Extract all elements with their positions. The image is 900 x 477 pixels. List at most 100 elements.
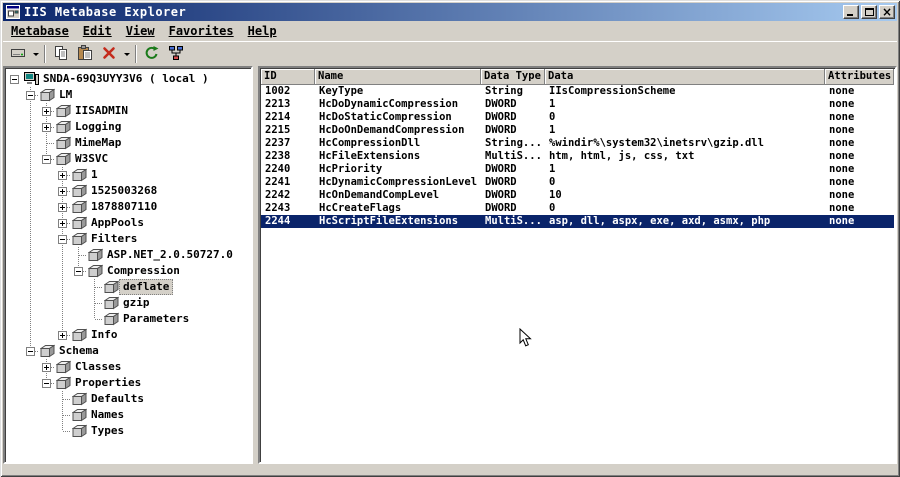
column-header-name[interactable]: Name (315, 69, 481, 85)
cell-id: 2240 (265, 163, 291, 175)
close-button[interactable]: × (879, 5, 895, 19)
column-header-data-type[interactable]: Data Type (481, 69, 545, 85)
copy-icon (53, 45, 69, 64)
tree-item-types[interactable]: Types (7, 423, 251, 439)
tree-indent-guide (23, 135, 39, 151)
tree-item-snda-69q3uyy3v6-local[interactable]: SNDA-69Q3UYY3V6 ( local ) (7, 71, 251, 87)
property-row-2238[interactable]: 2238 HcFileExtensions MultiS... htm, html, … (261, 150, 894, 163)
cell-attributes: none (829, 111, 855, 123)
property-row-2241[interactable]: 2241 HcDynamicCompressionLevel DWORD 0 none (261, 176, 894, 189)
expand-icon[interactable] (58, 187, 67, 196)
menu-item-help[interactable]: Help (241, 22, 284, 40)
cell-data: 0 (549, 111, 556, 123)
cell-data: 0 (549, 176, 556, 188)
key-icon (55, 103, 71, 119)
tree-connector (39, 359, 55, 375)
cell-name: HcDoOnDemandCompression (319, 124, 465, 136)
tree-item-gzip[interactable]: gzip (7, 295, 251, 311)
tree-indent-guide (23, 151, 39, 167)
expand-icon[interactable] (58, 331, 67, 340)
tree-item-1[interactable]: 1 (7, 167, 251, 183)
tree-connector (39, 151, 55, 167)
tree-item-compression[interactable]: Compression (7, 263, 251, 279)
menu-item-view[interactable]: View (119, 22, 162, 40)
tree-item-iisadmin[interactable]: IISADMIN (7, 103, 251, 119)
property-row-2214[interactable]: 2214 HcDoStaticCompression DWORD 0 none (261, 111, 894, 124)
property-row-2243[interactable]: 2243 HcCreateFlags DWORD 0 none (261, 202, 894, 215)
expand-icon[interactable] (58, 203, 67, 212)
property-row-2215[interactable]: 2215 HcDoOnDemandCompression DWORD 1 none (261, 124, 894, 137)
connect-dropdown[interactable] (30, 43, 41, 65)
expand-icon[interactable] (42, 107, 51, 116)
tree-item-w3svc[interactable]: W3SVC (7, 151, 251, 167)
title-bar[interactable]: IIS Metabase Explorer × (3, 3, 897, 21)
paste-button[interactable] (73, 43, 97, 65)
key-icon (71, 327, 87, 343)
tree-indent-guide (39, 279, 55, 295)
tree-item-1878807110[interactable]: 1878807110 (7, 199, 251, 215)
collapse-icon[interactable] (26, 91, 35, 100)
tree-item-logging[interactable]: Logging (7, 119, 251, 135)
tree-item-parameters[interactable]: Parameters (7, 311, 251, 327)
column-header-data[interactable]: Data (545, 69, 825, 85)
collapse-icon[interactable] (58, 235, 67, 244)
cell-data: 10 (549, 189, 562, 201)
property-row-2240[interactable]: 2240 HcPriority DWORD 1 none (261, 163, 894, 176)
tree-indent-guide (7, 279, 23, 295)
minimize-button[interactable] (843, 5, 859, 19)
expand-icon[interactable] (58, 219, 67, 228)
tree-item-schema[interactable]: Schema (7, 343, 251, 359)
collapse-icon[interactable] (26, 347, 35, 356)
tree-item-lm[interactable]: LM (7, 87, 251, 103)
tree-item-classes[interactable]: Classes (7, 359, 251, 375)
column-header-attributes[interactable]: Attributes (825, 69, 894, 85)
tree-item-defaults[interactable]: Defaults (7, 391, 251, 407)
cell-name: HcScriptFileExtensions (319, 215, 459, 227)
tree-indent-guide (39, 183, 55, 199)
network-button[interactable] (164, 43, 188, 65)
tree-connector (55, 423, 71, 439)
tree-indent-guide (23, 327, 39, 343)
tree-item-names[interactable]: Names (7, 407, 251, 423)
tree-item-info[interactable]: Info (7, 327, 251, 343)
tree-item-mimemap[interactable]: MimeMap (7, 135, 251, 151)
status-bar (3, 464, 897, 474)
property-row-2237[interactable]: 2237 HcCompressionDll String... %windir%\sy… (261, 137, 894, 150)
delete-button[interactable] (97, 43, 121, 65)
expand-icon[interactable] (42, 363, 51, 372)
menu-item-edit[interactable]: Edit (76, 22, 119, 40)
tree-indent-guide (23, 215, 39, 231)
tree-indent-guide (7, 215, 23, 231)
menu-item-metabase[interactable]: Metabase (4, 22, 76, 40)
paste-icon (77, 44, 93, 64)
tree-item-deflate[interactable]: deflate (7, 279, 251, 295)
tree-connector (39, 119, 55, 135)
refresh-button[interactable] (140, 43, 164, 65)
collapse-icon[interactable] (74, 267, 83, 276)
property-row-2244[interactable]: 2244 HcScriptFileExtensions MultiS... asp, … (261, 215, 894, 228)
collapse-icon[interactable] (42, 155, 51, 164)
column-header-id[interactable]: ID (261, 69, 315, 85)
property-row-2213[interactable]: 2213 HcDoDynamicCompression DWORD 1 none (261, 98, 894, 111)
property-row-1002[interactable]: 1002 KeyType String IIsCompressionScheme non… (261, 85, 894, 98)
property-row-2242[interactable]: 2242 HcOnDemandCompLevel DWORD 10 none (261, 189, 894, 202)
copy-button[interactable] (49, 43, 73, 65)
expand-icon[interactable] (42, 123, 51, 132)
connect-button[interactable] (6, 43, 30, 65)
collapse-icon[interactable] (42, 379, 51, 388)
collapse-icon[interactable] (10, 75, 19, 84)
tree-item-properties[interactable]: Properties (7, 375, 251, 391)
app-window: IIS Metabase Explorer × Metabase Edit View… (0, 0, 900, 477)
delete-dropdown[interactable] (121, 43, 132, 65)
tree-item-apppools[interactable]: AppPools (7, 215, 251, 231)
expand-icon[interactable] (58, 171, 67, 180)
tree-indent-guide (23, 295, 39, 311)
cell-attributes: none (829, 124, 855, 136)
menu-item-favorites[interactable]: Favorites (162, 22, 241, 40)
tree-item-asp-net-2-0-50727-0[interactable]: ASP.NET_2.0.50727.0 (7, 247, 251, 263)
tree-item-1525003268[interactable]: 1525003268 (7, 183, 251, 199)
maximize-button[interactable] (861, 5, 877, 19)
tree-item-filters[interactable]: Filters (7, 231, 251, 247)
tree-item-label: deflate (119, 279, 174, 295)
cell-attributes: none (829, 202, 855, 214)
